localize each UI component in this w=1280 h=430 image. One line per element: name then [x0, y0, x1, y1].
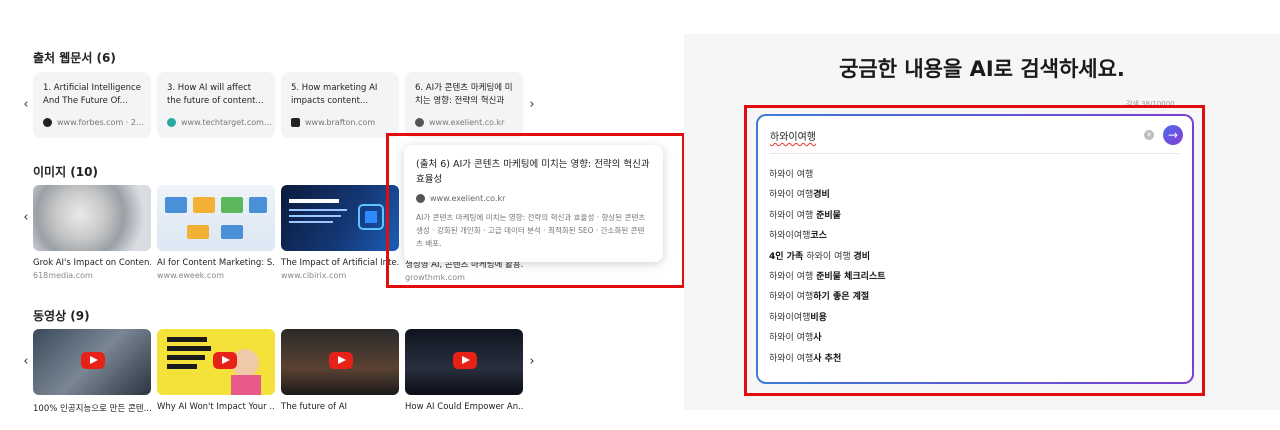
- play-icon: [453, 352, 477, 369]
- video-caption: Why AI Won't Impact Your ...: [157, 402, 275, 412]
- video-card-1[interactable]: 100% 인공지능으로 만든 콘텐...: [33, 329, 151, 414]
- image-card-3[interactable]: The Impact of Artificial Inte... www.cib…: [281, 185, 399, 280]
- search-headline: 궁금한 내용을 AI로 검색하세요.: [839, 57, 1125, 81]
- source-card-title: 1. Artificial Intelligence And The Futur…: [43, 83, 141, 106]
- video-caption: 100% 인공지능으로 만든 콘텐...: [33, 404, 151, 414]
- images-title: 이미지 (10): [33, 165, 98, 179]
- highlight-box-search: [744, 105, 1205, 396]
- image-thumbnail: [157, 185, 275, 251]
- image-card-1[interactable]: Grok AI's Impact on Conten... 618media.c…: [33, 185, 151, 280]
- ai-chip-graphic: [289, 199, 384, 230]
- image-thumbnail: [281, 185, 399, 251]
- brafton-favicon-icon: [291, 118, 300, 127]
- source-card-1[interactable]: 1. Artificial Intelligence And The Futur…: [33, 72, 151, 138]
- source-card-domain: www.exelient.co.kr: [429, 118, 505, 127]
- exelient-favicon-icon: [415, 118, 424, 127]
- video-thumbnail: [405, 329, 523, 395]
- videos-title: 동영상 (9): [33, 309, 90, 323]
- source-card-domain: www.techtarget.com...: [181, 118, 272, 127]
- video-thumbnail: [281, 329, 399, 395]
- video-card-2[interactable]: Why AI Won't Impact Your ...: [157, 329, 275, 412]
- source-card-6[interactable]: 6. AI가 콘텐츠 마케팅에 미치는 영향: 전략의 혁신과 ... www.…: [405, 72, 523, 138]
- highlight-box-popup: [386, 133, 685, 288]
- source-card-title: 5. How marketing AI impacts content...: [291, 83, 378, 106]
- videos-next-button[interactable]: ›: [525, 354, 539, 369]
- image-card-2[interactable]: AI for Content Marketing: S... www.eweek…: [157, 185, 275, 280]
- video-caption: The future of AI: [281, 402, 348, 412]
- video-thumbnail: [33, 329, 151, 395]
- results-panel: 출처 웹문서 (6) ‹ › 1. Artificial Intelligenc…: [0, 0, 685, 430]
- source-card-title: 3. How AI will affect the future of cont…: [167, 83, 264, 106]
- image-domain: www.eweek.com: [157, 271, 225, 280]
- sources-next-button[interactable]: ›: [525, 97, 539, 112]
- video-caption: How AI Could Empower An...: [405, 402, 523, 412]
- sources-title: 출처 웹문서 (6): [33, 51, 116, 65]
- techtarget-favicon-icon: [167, 118, 176, 127]
- image-domain: www.cibirix.com: [281, 271, 347, 280]
- image-domain: 618media.com: [33, 271, 93, 280]
- sources-prev-button[interactable]: ‹: [19, 97, 33, 112]
- source-card-5[interactable]: 5. How marketing AI impacts content... w…: [281, 72, 399, 138]
- image-thumbnail: [33, 185, 151, 251]
- play-icon: [81, 352, 105, 369]
- source-card-3[interactable]: 3. How AI will affect the future of cont…: [157, 72, 275, 138]
- source-card-domain: www.brafton.com: [305, 118, 376, 127]
- play-icon: [329, 352, 353, 369]
- search-panel: 궁금한 내용을 AI로 검색하세요. 검색 38/10000 하와이여행 ✕ →…: [684, 34, 1280, 410]
- forbes-favicon-icon: [43, 118, 52, 127]
- videos-prev-button[interactable]: ‹: [19, 354, 33, 369]
- image-caption: The Impact of Artificial Inte...: [281, 258, 399, 268]
- image-caption: AI for Content Marketing: S...: [157, 258, 275, 268]
- play-icon: [213, 352, 237, 369]
- source-card-title: 6. AI가 콘텐츠 마케팅에 미치는 영향: 전략의 혁신과 ...: [415, 83, 513, 106]
- video-thumbnail: [157, 329, 275, 395]
- video-card-4[interactable]: How AI Could Empower An...: [405, 329, 523, 412]
- images-prev-button[interactable]: ‹: [19, 210, 33, 225]
- image-caption: Grok AI's Impact on Conten...: [33, 258, 151, 268]
- infographic-graphic: [165, 197, 267, 239]
- video-card-3[interactable]: The future of AI: [281, 329, 399, 412]
- source-card-domain: www.forbes.com · 2...: [57, 118, 144, 127]
